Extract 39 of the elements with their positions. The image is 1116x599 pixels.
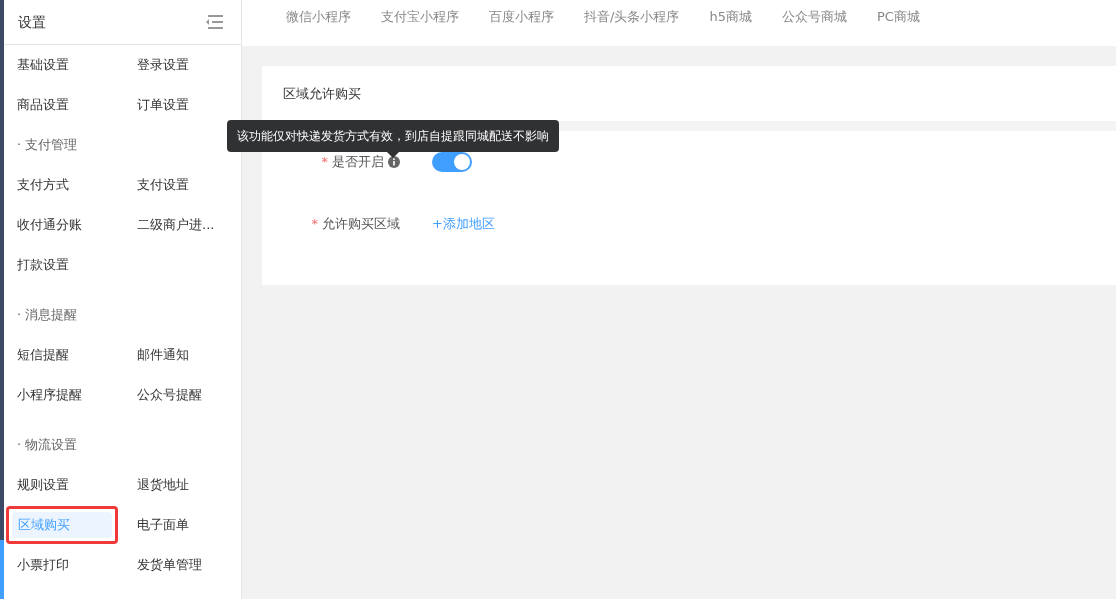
sidebar-item[interactable]: 发货单管理 bbox=[124, 555, 202, 575]
tab[interactable]: PC商城 bbox=[876, 7, 920, 27]
sidebar-item[interactable]: 小票打印 bbox=[4, 555, 69, 575]
sidebar-item[interactable]: 登录设置 bbox=[124, 55, 189, 75]
sidebar-item[interactable]: 电子面单 bbox=[124, 515, 189, 535]
section-heading: · 支付管理 bbox=[17, 136, 78, 155]
sidebar-item[interactable]: 支付方式 bbox=[4, 175, 69, 195]
required-mark: * bbox=[321, 153, 328, 172]
sidebar-item[interactable]: 邮件通知 bbox=[124, 345, 189, 365]
collapse-menu-icon[interactable] bbox=[205, 14, 223, 30]
sidebar-item[interactable]: 小程序提醒 bbox=[4, 385, 82, 405]
sidebar-item[interactable]: 公众号提醒 bbox=[124, 385, 202, 405]
sidebar-item[interactable]: 规则设置 bbox=[4, 475, 69, 495]
sidebar-item[interactable]: 商品设置 bbox=[4, 95, 69, 115]
sidebar-item[interactable]: 支付设置 bbox=[124, 175, 189, 195]
tab[interactable]: 抖音/头条小程序 bbox=[584, 7, 680, 27]
tab[interactable]: 微信小程序 bbox=[286, 7, 351, 27]
sidebar-title: 设置 bbox=[18, 12, 46, 32]
tab[interactable]: h5商城 bbox=[709, 7, 752, 27]
toggle-switch[interactable] bbox=[432, 152, 472, 172]
tooltip: 该功能仅对快递发货方式有效，到店自提跟同城配送不影响 bbox=[227, 120, 559, 152]
tab[interactable]: 百度小程序 bbox=[489, 7, 554, 27]
sidebar-item[interactable]: 退货地址 bbox=[124, 475, 189, 495]
sidebar-item[interactable]: 二级商户进... bbox=[124, 215, 215, 235]
tab[interactable]: 支付宝小程序 bbox=[381, 7, 459, 27]
required-mark: * bbox=[311, 215, 318, 234]
section-heading: · 消息提醒 bbox=[17, 306, 78, 325]
card-title: 区域允许购买 bbox=[283, 84, 361, 103]
sidebar-item[interactable]: 订单设置 bbox=[124, 95, 189, 115]
tooltip-arrow-icon bbox=[387, 152, 399, 158]
sidebar-item[interactable]: 打款设置 bbox=[4, 255, 69, 275]
info-icon[interactable] bbox=[388, 156, 400, 168]
tab[interactable]: 公众号商城 bbox=[781, 7, 847, 27]
field-label: 允许购买区域 bbox=[322, 215, 400, 234]
sidebar-item[interactable]: 基础设置 bbox=[4, 55, 69, 75]
field-label: 是否开启 bbox=[332, 153, 384, 172]
section-heading: · 物流设置 bbox=[17, 436, 78, 455]
sidebar-item[interactable]: 收付通分账 bbox=[4, 215, 82, 235]
sidebar-item[interactable]: 短信提醒 bbox=[4, 345, 69, 365]
